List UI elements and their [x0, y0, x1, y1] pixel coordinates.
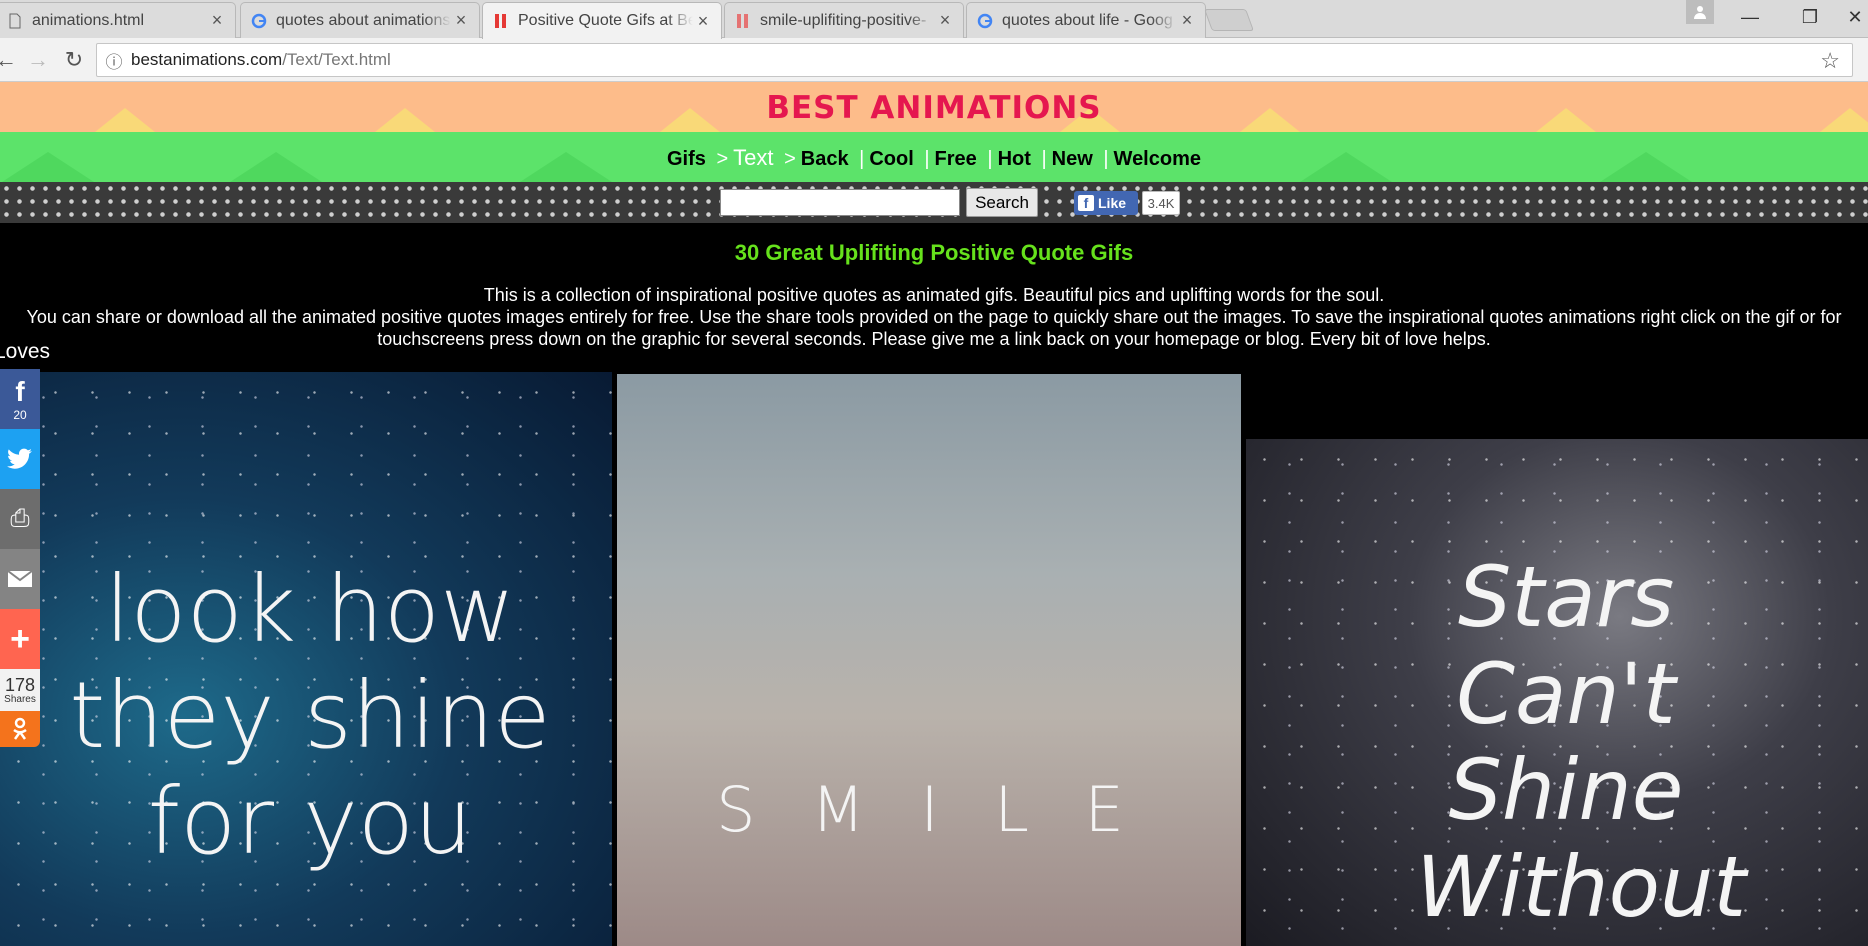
- menu-divider: |: [924, 148, 930, 170]
- site-favicon-icon: [735, 13, 751, 29]
- like-count: 3.4K: [1142, 191, 1180, 215]
- quote-gif-stars-cant-shine[interactable]: Stars Can't Shine Without: [1246, 439, 1868, 946]
- info-icon[interactable]: ⓘ: [97, 48, 131, 73]
- bookmark-star-icon[interactable]: ☆: [1820, 48, 1840, 74]
- description-line: This is a collection of inspirational po…: [483, 285, 1385, 305]
- web-page: BEST ANIMATIONS Gifs > Text > Back | Cool |…: [0, 82, 1868, 946]
- like-label: Like: [1098, 195, 1127, 211]
- tab-title: quotes about life - Goog: [1002, 11, 1173, 29]
- search-input[interactable]: [720, 189, 960, 216]
- close-tab-icon[interactable]: ×: [693, 11, 713, 32]
- tab-title: animations.html: [32, 11, 145, 29]
- site-favicon-icon: [493, 13, 509, 29]
- breadcrumb: Gifs > Text > Back | Cool | Free | Hot | New |…: [0, 145, 1868, 171]
- tab-title: Positive Quote Gifs at Be: [518, 12, 693, 29]
- menu-divider: |: [987, 148, 993, 170]
- close-tab-icon[interactable]: ×: [207, 10, 227, 31]
- tab-smile-uplifiting[interactable]: smile-uplifiting-positive- ×: [724, 2, 964, 38]
- tab-quotes-about-animations[interactable]: quotes about animations ×: [240, 2, 480, 38]
- new-tab-button[interactable]: [1203, 9, 1255, 31]
- description-line: You can share or download all the animat…: [26, 307, 1842, 327]
- quote-text: look how they shine for you: [69, 556, 551, 875]
- back-icon[interactable]: ←: [0, 46, 20, 74]
- site-logo[interactable]: BEST ANIMATIONS: [0, 90, 1868, 126]
- menu-welcome[interactable]: Welcome: [1114, 148, 1201, 170]
- browser-chrome: animations.html × quotes about animation…: [0, 0, 1868, 82]
- total-share-label: Shares: [4, 693, 36, 705]
- breadcrumb-separator: >: [784, 148, 796, 170]
- minimize-icon[interactable]: —: [1722, 0, 1778, 34]
- plus-icon: +: [10, 619, 30, 658]
- description-line: touchscreens press down on the graphic f…: [377, 329, 1491, 349]
- quote-text: Stars Can't Shine Without: [1416, 548, 1747, 936]
- share-facebook-button[interactable]: f 20: [0, 369, 40, 429]
- close-tab-icon[interactable]: ×: [1177, 10, 1197, 31]
- page-title: 30 Great Uplifiting Positive Quote Gifs: [734, 240, 1134, 265]
- share-print-button[interactable]: ⎙: [0, 489, 40, 549]
- page-description: This is a collection of inspirational po…: [0, 284, 1868, 350]
- tab-title: smile-uplifiting-positive-: [760, 11, 927, 29]
- address-bar[interactable]: ⓘ bestanimations.com/Text/Text.html ☆: [96, 43, 1853, 77]
- total-shares: 178 Shares: [0, 669, 40, 711]
- facebook-icon: f: [15, 376, 25, 407]
- tab-title: quotes about animations: [276, 11, 451, 29]
- site-menu: Gifs > Text > Back | Cool | Free | Hot | New |…: [0, 132, 1868, 182]
- menu-divider: |: [1103, 148, 1109, 170]
- facebook-icon: f: [1078, 195, 1094, 211]
- share-twitter-button[interactable]: [0, 429, 40, 489]
- email-icon: [7, 570, 33, 587]
- tab-strip: animations.html × quotes about animation…: [0, 0, 1868, 39]
- share-odnoklassniki-button[interactable]: [0, 711, 40, 747]
- close-tab-icon[interactable]: ×: [451, 10, 471, 31]
- menu-free[interactable]: Free: [935, 148, 977, 170]
- close-window-icon[interactable]: ✕: [1842, 0, 1868, 34]
- document-icon: [7, 13, 23, 29]
- quote-gif-smile[interactable]: S M I L E: [617, 374, 1241, 946]
- share-more-button[interactable]: +: [0, 609, 40, 669]
- menu-hot[interactable]: Hot: [998, 148, 1031, 170]
- menu-divider: |: [1041, 148, 1047, 170]
- menu-new[interactable]: New: [1052, 148, 1093, 170]
- menu-text-current: Text: [733, 145, 774, 170]
- menu-cool[interactable]: Cool: [869, 148, 913, 170]
- quote-gif-look-how-they-shine[interactable]: look how they shine for you: [0, 372, 612, 946]
- breadcrumb-separator: >: [716, 148, 729, 170]
- tab-animations[interactable]: animations.html ×: [0, 2, 236, 38]
- print-icon: ⎙: [10, 505, 30, 532]
- address-path: /Text/Text.html: [282, 50, 391, 69]
- profile-icon[interactable]: [1686, 0, 1714, 24]
- forward-icon[interactable]: →: [24, 46, 52, 74]
- navigation-bar: ← → ↻ ⓘ bestanimations.com/Text/Text.htm…: [0, 38, 1868, 82]
- quote-text: S M I L E: [716, 773, 1142, 846]
- google-icon: [977, 13, 993, 29]
- odnoklassniki-icon: [13, 717, 27, 740]
- site-header: BEST ANIMATIONS: [0, 82, 1868, 132]
- twitter-icon: [7, 448, 32, 469]
- menu-divider: |: [859, 148, 865, 170]
- facebook-like-button[interactable]: f Like: [1074, 191, 1138, 215]
- close-tab-icon[interactable]: ×: [935, 10, 955, 31]
- menu-back[interactable]: Back: [801, 148, 849, 170]
- google-icon: [251, 13, 267, 29]
- tab-positive-quote-gifs[interactable]: Positive Quote Gifs at Be ×: [482, 2, 722, 39]
- address-domain: bestanimations.com: [131, 50, 283, 69]
- total-share-count: 178: [4, 674, 36, 695]
- share-email-button[interactable]: [0, 549, 40, 609]
- search-button[interactable]: Search: [966, 188, 1038, 217]
- reload-icon[interactable]: ↻: [60, 46, 88, 74]
- menu-gifs[interactable]: Gifs: [667, 148, 706, 170]
- facebook-share-count: 20: [13, 408, 27, 422]
- tab-quotes-about-life[interactable]: quotes about life - Goog ×: [966, 2, 1206, 38]
- restore-icon[interactable]: ❐: [1782, 0, 1838, 34]
- loves-label: Loves: [0, 340, 51, 363]
